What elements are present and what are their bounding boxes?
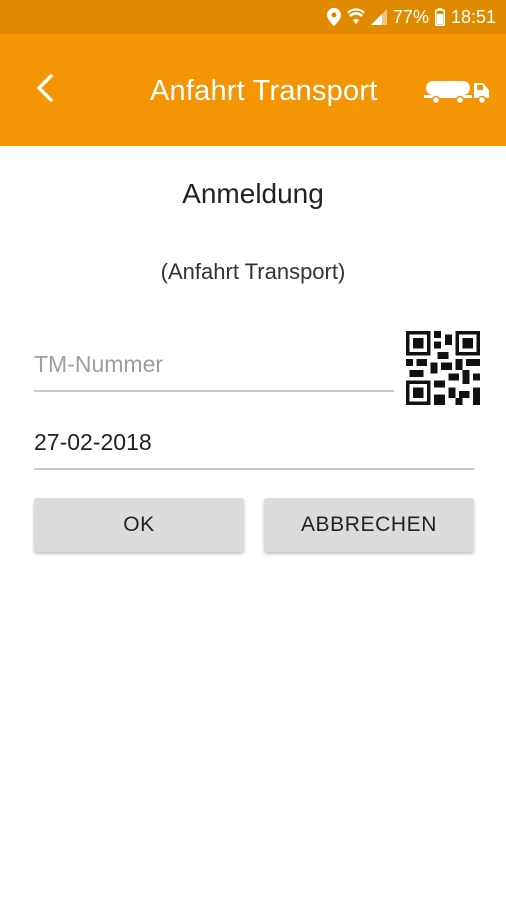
- app-title: Anfahrt Transport: [150, 75, 378, 107]
- form-subheading: (Anfahrt Transport): [160, 259, 346, 284]
- status-bar: 77% 18:51: [0, 0, 506, 34]
- tm-number-input[interactable]: [34, 351, 394, 378]
- signal-icon: [370, 9, 387, 25]
- battery-icon: [434, 8, 445, 26]
- ok-button[interactable]: OK: [34, 498, 244, 552]
- date-field[interactable]: 27-02-2018: [34, 422, 474, 470]
- battery-percent: 77%: [392, 6, 429, 27]
- location-icon: [326, 8, 341, 26]
- tanker-truck-icon: [424, 77, 492, 110]
- wifi-icon: [346, 8, 365, 26]
- back-arrow-icon: [35, 73, 55, 108]
- app-bar: Anfahrt Transport: [0, 34, 506, 146]
- clock: 18:51: [450, 6, 496, 27]
- back-button[interactable]: [28, 70, 62, 110]
- date-value: 27-02-2018: [34, 429, 152, 455]
- tm-number-field-container: [34, 340, 394, 392]
- qr-code-icon[interactable]: [406, 331, 480, 410]
- form-heading: Anmeldung: [182, 178, 324, 209]
- cancel-button[interactable]: ABBRECHEN: [264, 498, 474, 552]
